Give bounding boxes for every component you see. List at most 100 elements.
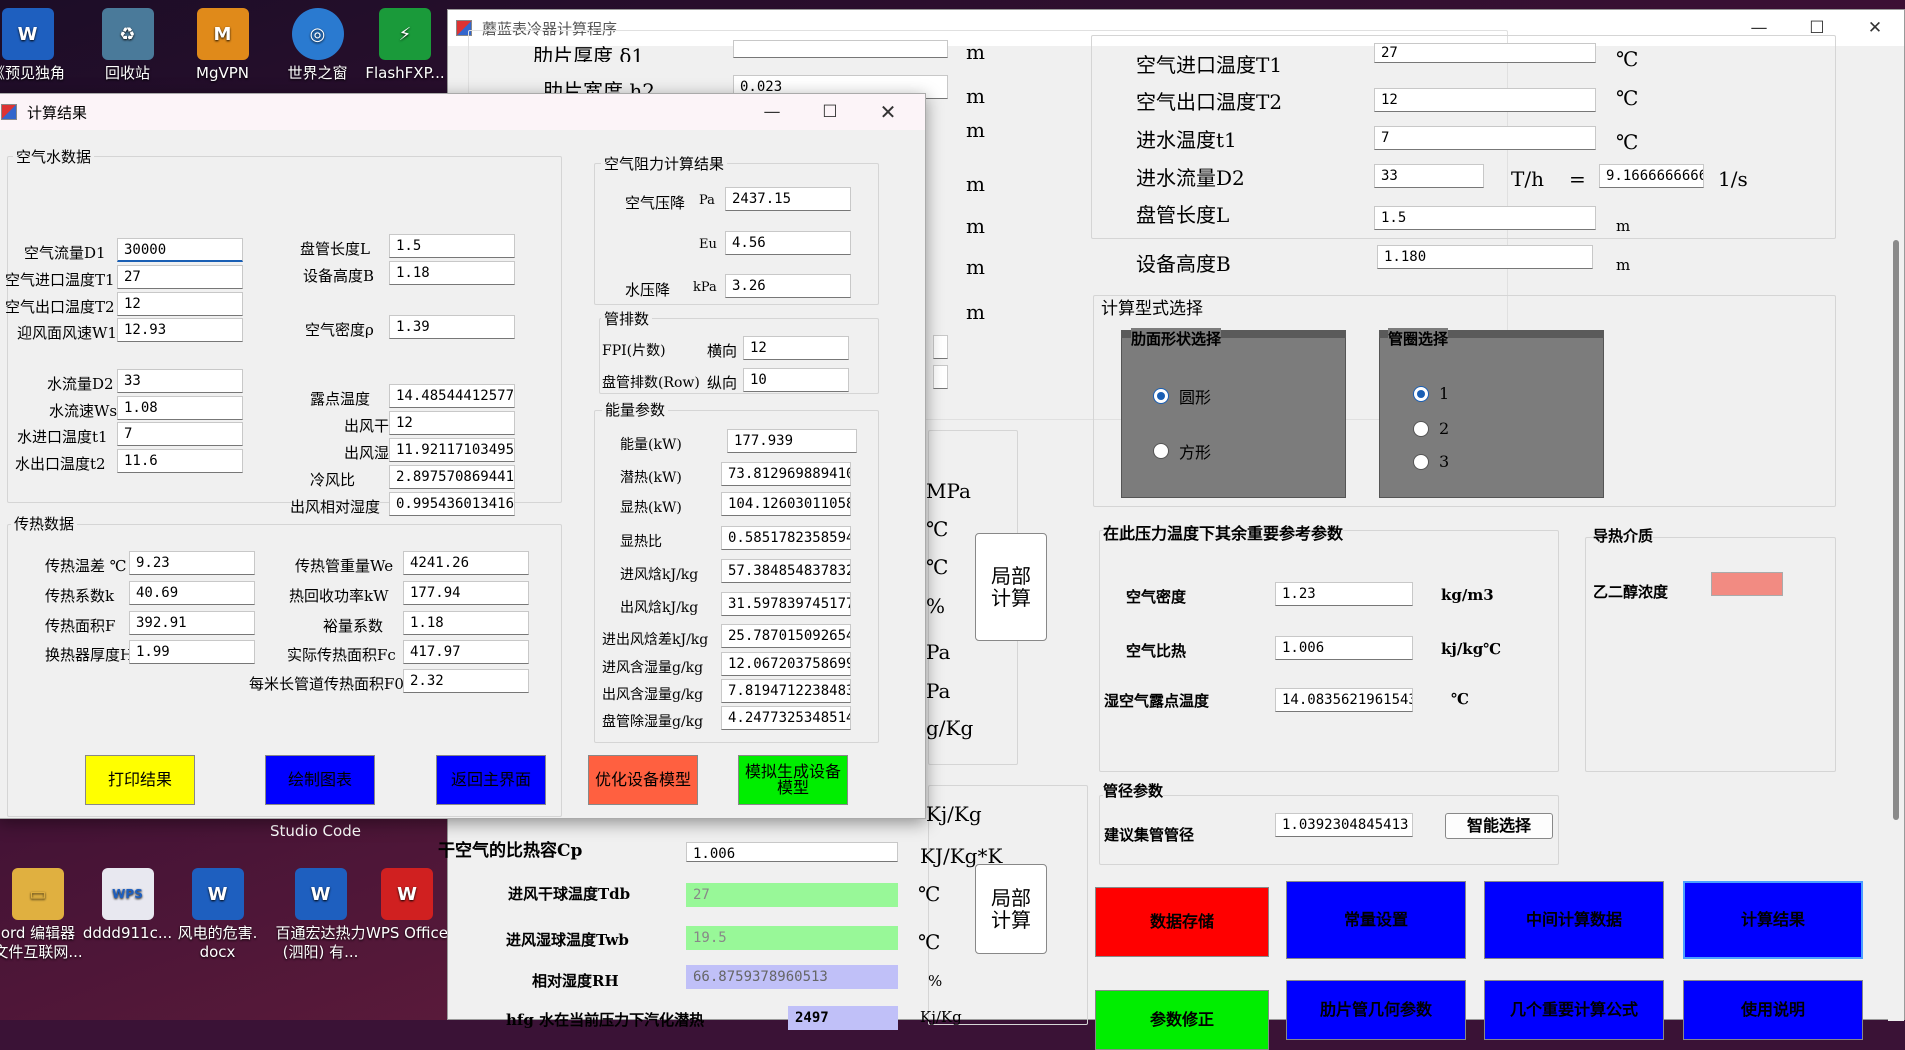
water-flow-ls-input[interactable]: 9.1666666666 [1599, 164, 1704, 188]
air-water-value-field[interactable]: 11.9211710349527 [389, 438, 515, 462]
desktop-icon-word-docx[interactable]: W 风电的危害. docx [170, 868, 265, 962]
dialog-close-button[interactable]: ✕ [859, 94, 917, 130]
air-water-value-field[interactable]: 14.4854441257709 [389, 384, 515, 408]
return-main-button[interactable]: 返回主界面 [436, 755, 546, 805]
radio-loop-2[interactable]: 2 [1413, 419, 1449, 438]
heat-value-field[interactable]: 2.32 [403, 669, 529, 693]
draw-chart-button[interactable]: 绘制图表 [265, 755, 375, 805]
air-res-value-field[interactable]: 2437.15 [725, 187, 851, 211]
help-button[interactable]: 使用说明 [1683, 980, 1863, 1040]
desktop-icon-browser[interactable]: ◎ 世界之窗 [270, 8, 365, 83]
energy-value-field[interactable]: 31.5978397451779 [721, 592, 851, 616]
desktop-icon-wps-office[interactable]: W WPS Office [362, 868, 452, 943]
tdb-input[interactable]: 27 [686, 883, 898, 907]
dialog-minimize-button[interactable]: — [743, 94, 801, 130]
local-calc-button[interactable]: 局部 计算 [975, 533, 1047, 641]
air-density-input[interactable]: 1.23 [1275, 582, 1413, 606]
air-in-temp-input[interactable]: 27 [1374, 43, 1596, 63]
air-water-value-field[interactable]: 12 [117, 292, 243, 316]
constants-button[interactable]: 常量设置 [1286, 881, 1466, 959]
radio-square[interactable]: 方形 [1153, 439, 1211, 463]
heat-value-field[interactable]: 392.91 [129, 611, 255, 635]
air-water-value-field[interactable]: 7 [117, 422, 243, 446]
water-in-temp-input[interactable]: 7 [1374, 126, 1596, 150]
smart-select-button[interactable]: 智能选择 [1445, 813, 1553, 839]
desktop-icon-word-doc[interactable]: W 《预见独角 [0, 8, 75, 83]
energy-value-field[interactable]: 177.939 [727, 429, 857, 453]
dew-point-input[interactable]: 14.0835621961543 [1275, 688, 1413, 712]
desktop-icon-word-doc-2[interactable]: W 百通宏达热力 (泗阳) 有... [268, 868, 373, 962]
water-flow-input[interactable]: 33 [1374, 164, 1484, 188]
heat-value-field[interactable]: 9.23 [129, 551, 255, 575]
energy-value-field[interactable]: 73.8129698894105 [721, 462, 851, 486]
heat-value-field[interactable]: 1.18 [403, 611, 529, 635]
air-water-value-field[interactable]: 12.93 [117, 318, 243, 342]
desktop-icon-recycle-bin[interactable]: ♻ 回收站 [80, 8, 175, 83]
scrollbar-thumb[interactable] [1893, 240, 1899, 820]
hfg-input[interactable]: 2497 [788, 1006, 898, 1030]
desktop-icon-mgvpn[interactable]: M MgVPN [175, 8, 270, 83]
heat-value-field[interactable]: 40.69 [129, 581, 255, 605]
air-specific-heat-input[interactable]: 1.006 [1275, 636, 1413, 660]
energy-value-field[interactable]: 4.24773253485148 [721, 706, 851, 730]
fin-geometry-button[interactable]: 肋片管几何参数 [1286, 980, 1466, 1040]
heat-value-field[interactable]: 4241.26 [403, 551, 529, 575]
twb-input[interactable]: 19.5 [686, 926, 898, 950]
energy-value-field[interactable]: 25.7870150926548 [721, 624, 851, 648]
air-water-value-field[interactable]: 30000 [117, 238, 243, 262]
partial-input[interactable] [933, 335, 948, 359]
pipes-value-field[interactable]: 12 [743, 336, 849, 360]
air-water-value-field[interactable]: 11.6 [117, 449, 243, 473]
energy-value-field[interactable]: 57.3848548378327 [721, 559, 851, 583]
air-water-value-field[interactable]: 2.89757086944163 [389, 465, 515, 489]
pipe-diameter-input[interactable]: 1.0392304845413 [1275, 813, 1413, 837]
energy-value-field[interactable]: 12.0672037586998 [721, 652, 851, 676]
print-results-button[interactable]: 打印结果 [85, 755, 195, 805]
air-water-value-field[interactable]: 12 [389, 411, 515, 435]
param-correct-button[interactable]: 参数修正 [1095, 990, 1269, 1050]
radio-round[interactable]: 圆形 [1153, 384, 1211, 408]
cp-input[interactable]: 1.006 [686, 842, 898, 862]
formulas-button[interactable]: 几个重要计算公式 [1484, 980, 1664, 1040]
pipes-value-field[interactable]: 10 [743, 368, 849, 392]
local-calc-button-2[interactable]: 局部 计算 [975, 864, 1047, 954]
air-water-label: 露点温度 [310, 390, 371, 408]
air-water-value-field[interactable]: 1.39 [389, 315, 515, 339]
desktop-icon-flashfxp[interactable]: ⚡ FlashFXP... [360, 8, 450, 83]
heat-value-field[interactable]: 1.99 [129, 640, 255, 664]
radio-loop-3[interactable]: 3 [1413, 452, 1449, 471]
optimize-model-button[interactable]: 优化设备模型 [588, 755, 698, 805]
mgvpn-icon: M [196, 8, 249, 60]
heat-value-field[interactable]: 417.97 [403, 640, 529, 664]
rh-input[interactable]: 66.8759378960513 [686, 965, 898, 989]
results-button[interactable]: 计算结果 [1683, 881, 1863, 959]
desktop-icon-wps-file[interactable]: WPS dddd911c... [80, 868, 175, 943]
air-water-value-field[interactable]: 33 [117, 369, 243, 393]
air-res-unit: kPa [693, 280, 717, 295]
device-height-input[interactable]: 1.180 [1377, 245, 1593, 269]
air-res-value-field[interactable]: 3.26 [725, 274, 851, 298]
radio-loop-1[interactable]: 1 [1413, 384, 1449, 403]
energy-value-field[interactable]: 0.58517823585942 [721, 526, 851, 550]
coil-length-input[interactable]: 1.5 [1374, 206, 1596, 230]
air-water-value-field[interactable]: 1.18 [389, 261, 515, 285]
energy-value-field[interactable]: 104.126030110589 [721, 492, 851, 516]
air-water-value-field[interactable]: 1.08 [117, 396, 243, 420]
air-res-value-field[interactable]: 4.56 [725, 231, 851, 255]
desktop-icon-folder[interactable]: ▭ ord 编辑器 文件互联网... [0, 868, 88, 962]
air-water-value-field[interactable]: 27 [117, 265, 243, 289]
glycol-color-swatch[interactable] [1711, 572, 1783, 596]
air-water-value-field[interactable]: 0.99543601341685 [389, 492, 515, 516]
dialog-maximize-button[interactable]: ☐ [801, 94, 859, 130]
partial-input[interactable] [933, 365, 948, 389]
generate-model-button[interactable]: 模拟生成设备模型 [738, 755, 848, 805]
heat-value-field[interactable]: 177.94 [403, 581, 529, 605]
intermediate-data-button[interactable]: 中间计算数据 [1484, 881, 1664, 959]
air-out-temp-input[interactable]: 12 [1374, 88, 1596, 112]
fin-thickness-input[interactable] [733, 40, 948, 58]
save-data-button[interactable]: 数据存储 [1095, 887, 1269, 957]
air-water-value-field[interactable]: 1.5 [389, 234, 515, 258]
close-button[interactable]: ✕ [1846, 10, 1904, 46]
energy-value-field[interactable]: 7.8194712238483 [721, 679, 851, 703]
fin-thickness-label: 肋片厚度 δ1 [533, 44, 645, 62]
